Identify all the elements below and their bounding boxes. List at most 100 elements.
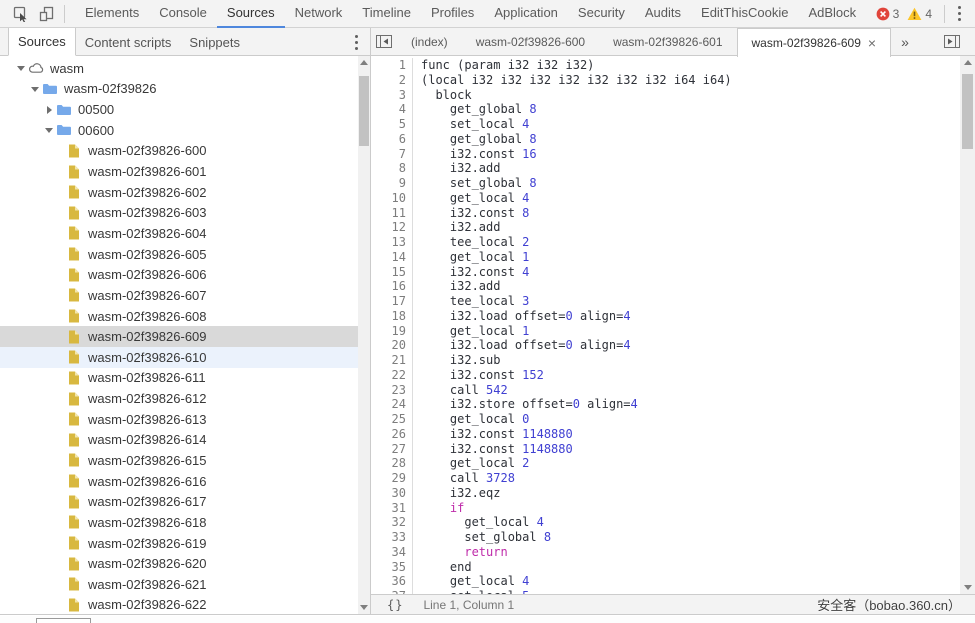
tree-item-wasm-02f39826-616[interactable]: wasm-02f39826-616: [0, 471, 358, 492]
line-number[interactable]: 7: [372, 147, 413, 162]
line-number[interactable]: 8: [372, 161, 413, 176]
code-line[interactable]: 34 return: [372, 545, 960, 560]
line-number[interactable]: 29: [372, 471, 413, 486]
editor-scroll-up-icon[interactable]: [960, 56, 975, 69]
code-line[interactable]: 24 i32.store offset=0 align=4: [372, 397, 960, 412]
code-line[interactable]: 10 get_local 4: [372, 191, 960, 206]
tree-item-wasm-02f39826-611[interactable]: wasm-02f39826-611: [0, 368, 358, 389]
show-drawer-icon[interactable]: [939, 28, 965, 55]
tree-item-wasm-02f39826[interactable]: wasm-02f39826: [0, 79, 358, 100]
device-toolbar-icon[interactable]: [34, 2, 60, 26]
tree-item-wasm-02f39826-600[interactable]: wasm-02f39826-600: [0, 141, 358, 162]
tree-item-wasm-02f39826-618[interactable]: wasm-02f39826-618: [0, 512, 358, 533]
code-line[interactable]: 30 i32.eqz: [372, 486, 960, 501]
line-number[interactable]: 11: [372, 206, 413, 221]
code-line[interactable]: 33 set_global 8: [372, 530, 960, 545]
tree-item-wasm-02f39826-614[interactable]: wasm-02f39826-614: [0, 430, 358, 451]
code-line[interactable]: 29 call 3728: [372, 471, 960, 486]
kebab-menu-icon[interactable]: [949, 3, 969, 25]
navigator-tab-sources[interactable]: Sources: [8, 28, 76, 56]
line-number[interactable]: 35: [372, 560, 413, 575]
line-number[interactable]: 9: [372, 176, 413, 191]
line-number[interactable]: 32: [372, 515, 413, 530]
code-line[interactable]: 11 i32.const 8: [372, 206, 960, 221]
line-number[interactable]: 20: [372, 338, 413, 353]
code-line[interactable]: 9 set_global 8: [372, 176, 960, 191]
tree-item-wasm-02f39826-610[interactable]: wasm-02f39826-610: [0, 347, 358, 368]
scroll-up-icon[interactable]: [358, 56, 370, 69]
line-number[interactable]: 27: [372, 442, 413, 457]
code-line[interactable]: 21 i32.sub: [372, 353, 960, 368]
navigator-tab-content-scripts[interactable]: Content scripts: [76, 28, 181, 56]
line-number[interactable]: 23: [372, 383, 413, 398]
pretty-print-button[interactable]: {}: [383, 597, 407, 613]
main-tab-application[interactable]: Application: [484, 0, 568, 28]
tree-expanded-arrow-icon[interactable]: [14, 61, 28, 75]
line-number[interactable]: 10: [372, 191, 413, 206]
line-number[interactable]: 16: [372, 279, 413, 294]
tree-item-wasm-02f39826-606[interactable]: wasm-02f39826-606: [0, 264, 358, 285]
main-tab-network[interactable]: Network: [285, 0, 353, 28]
code-line[interactable]: 23 call 542: [372, 383, 960, 398]
scroll-down-icon[interactable]: [358, 601, 370, 614]
main-tab-elements[interactable]: Elements: [75, 0, 149, 28]
code-line[interactable]: 14 get_local 1: [372, 250, 960, 265]
line-number[interactable]: 22: [372, 368, 413, 383]
line-number[interactable]: 24: [372, 397, 413, 412]
code-line[interactable]: 36 get_local 4: [372, 574, 960, 589]
line-number[interactable]: 2: [372, 73, 413, 88]
line-number[interactable]: 12: [372, 220, 413, 235]
tree-item-wasm-02f39826-603[interactable]: wasm-02f39826-603: [0, 202, 358, 223]
code-line[interactable]: 27 i32.const 1148880: [372, 442, 960, 457]
line-number[interactable]: 34: [372, 545, 413, 560]
line-number[interactable]: 14: [372, 250, 413, 265]
code-line[interactable]: 3 block: [372, 88, 960, 103]
tree-item-wasm-02f39826-607[interactable]: wasm-02f39826-607: [0, 285, 358, 306]
code-line[interactable]: 13 tee_local 2: [372, 235, 960, 250]
line-number[interactable]: 15: [372, 265, 413, 280]
code-line[interactable]: 22 i32.const 152: [372, 368, 960, 383]
main-tab-console[interactable]: Console: [149, 0, 217, 28]
tree-item-wasm-02f39826-601[interactable]: wasm-02f39826-601: [0, 161, 358, 182]
tree-item-wasm-02f39826-621[interactable]: wasm-02f39826-621: [0, 574, 358, 595]
file-tab-wasm-02f39826-600[interactable]: wasm-02f39826-600: [462, 28, 599, 56]
tree-expanded-arrow-icon[interactable]: [42, 123, 56, 137]
code-line[interactable]: 19 get_local 1: [372, 324, 960, 339]
tree-item-wasm-02f39826-612[interactable]: wasm-02f39826-612: [0, 388, 358, 409]
code-line[interactable]: 16 i32.add: [372, 279, 960, 294]
line-number[interactable]: 3: [372, 88, 413, 103]
navigator-kebab-menu-icon[interactable]: [346, 31, 366, 53]
line-number[interactable]: 13: [372, 235, 413, 250]
editor-scroll-down-icon[interactable]: [960, 581, 975, 594]
tree-item-wasm-02f39826-617[interactable]: wasm-02f39826-617: [0, 491, 358, 512]
line-number[interactable]: 31: [372, 501, 413, 516]
tree-collapsed-arrow-icon[interactable]: [42, 103, 56, 117]
tree-expanded-arrow-icon[interactable]: [28, 82, 42, 96]
editor-scrollbar[interactable]: [960, 56, 975, 594]
file-tab-wasm-02f39826-609[interactable]: wasm-02f39826-609×: [737, 28, 892, 57]
navigator-tab-snippets[interactable]: Snippets: [180, 28, 249, 56]
tree-item-wasm-02f39826-620[interactable]: wasm-02f39826-620: [0, 553, 358, 574]
tree-item-00500[interactable]: 00500: [0, 99, 358, 120]
inspect-icon[interactable]: [8, 2, 34, 26]
line-number[interactable]: 4: [372, 102, 413, 117]
main-tab-sources[interactable]: Sources: [217, 0, 285, 28]
code-line[interactable]: 31 if: [372, 501, 960, 516]
line-number[interactable]: 25: [372, 412, 413, 427]
tree-item-wasm-02f39826-613[interactable]: wasm-02f39826-613: [0, 409, 358, 430]
sidebar-scrollbar-thumb[interactable]: [359, 76, 369, 146]
main-tab-profiles[interactable]: Profiles: [421, 0, 484, 28]
line-number[interactable]: 6: [372, 132, 413, 147]
tree-item-wasm-02f39826-622[interactable]: wasm-02f39826-622: [0, 595, 358, 615]
tree-item-00600[interactable]: 00600: [0, 120, 358, 141]
code-line[interactable]: 1func (param i32 i32 i32): [372, 58, 960, 73]
code-line[interactable]: 26 i32.const 1148880: [372, 427, 960, 442]
code-line[interactable]: 4 get_global 8: [372, 102, 960, 117]
line-number[interactable]: 26: [372, 427, 413, 442]
line-number[interactable]: 17: [372, 294, 413, 309]
file-tab-wasm-02f39826-601[interactable]: wasm-02f39826-601: [599, 28, 736, 56]
main-tab-security[interactable]: Security: [568, 0, 635, 28]
code-line[interactable]: 2(local i32 i32 i32 i32 i32 i32 i32 i64 …: [372, 73, 960, 88]
line-number[interactable]: 1: [372, 58, 413, 73]
more-tabs-icon[interactable]: »: [891, 28, 919, 56]
